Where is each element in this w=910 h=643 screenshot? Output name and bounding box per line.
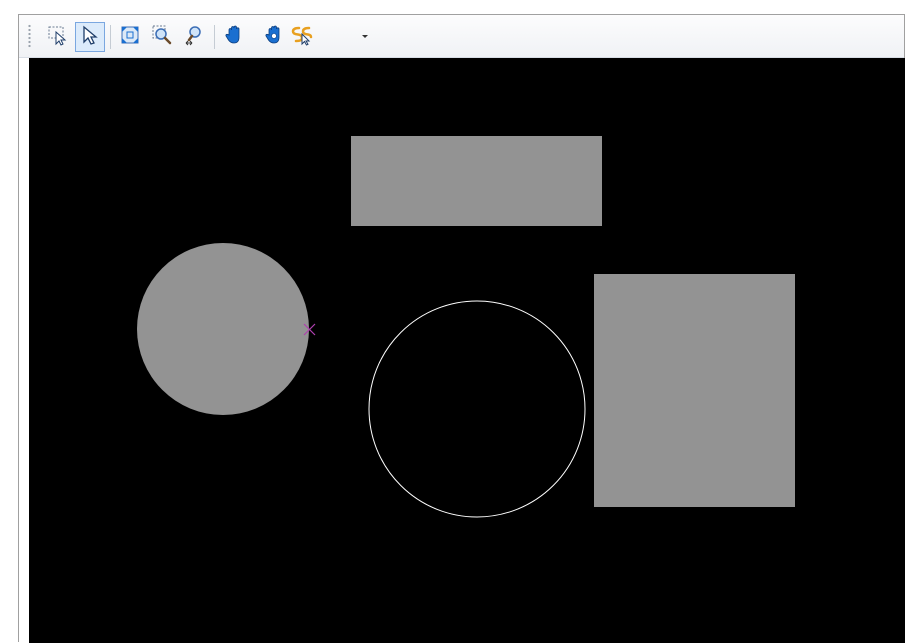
zoom-window-button[interactable]: [147, 22, 177, 52]
zoom-extents-button[interactable]: [115, 22, 145, 52]
toolbar-separator: [214, 25, 215, 49]
outline-circle[interactable]: [368, 300, 586, 518]
toolbar-grip[interactable]: [28, 24, 31, 48]
zoom-window-icon: [151, 24, 173, 51]
filled-circle[interactable]: [137, 243, 309, 415]
snap-button[interactable]: [287, 22, 317, 52]
filled-rectangle-right[interactable]: [594, 274, 795, 507]
zoom-extents-icon: [119, 24, 141, 51]
zoom-realtime-icon: [183, 24, 205, 51]
filled-rectangle-top[interactable]: [351, 136, 602, 226]
hand-realtime-icon: [263, 24, 285, 51]
pan-realtime-button[interactable]: [259, 22, 289, 52]
zoom-realtime-button[interactable]: [179, 22, 209, 52]
toolbar: [19, 15, 904, 58]
hand-icon: [223, 24, 245, 51]
lasso-select-button[interactable]: [43, 22, 73, 52]
cad-viewer-window: [18, 14, 905, 643]
snap-dropdown-arrow-icon[interactable]: [362, 35, 368, 38]
drawing-canvas[interactable]: [29, 58, 905, 643]
toolbar-separator: [110, 25, 111, 49]
arrow-pointer-icon: [79, 24, 101, 51]
snap-icon: [290, 24, 314, 51]
lasso-select-icon: [47, 24, 69, 51]
pan-button[interactable]: [219, 22, 249, 52]
select-pointer-button[interactable]: [75, 22, 105, 52]
